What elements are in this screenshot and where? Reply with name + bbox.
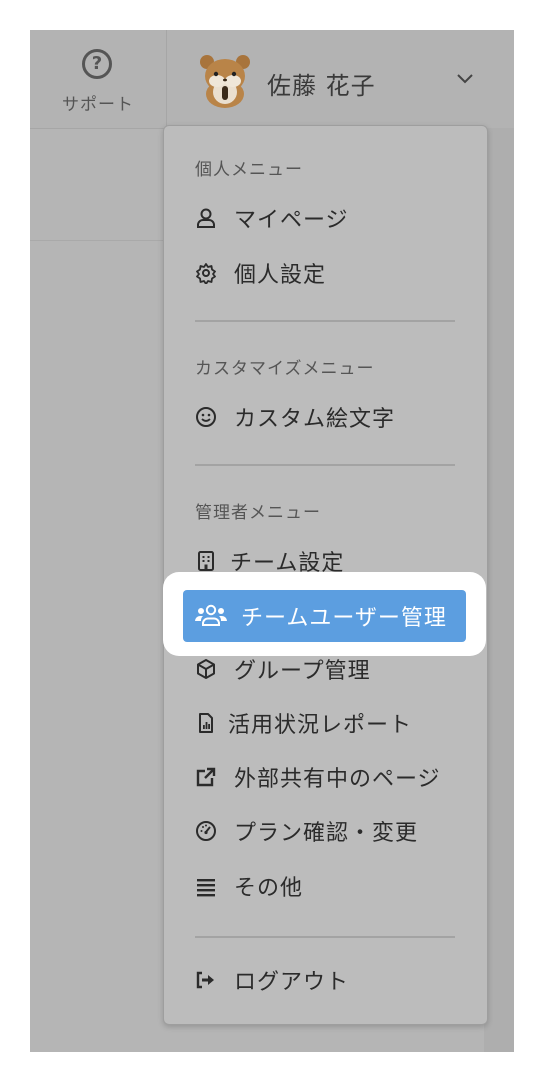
- menu-item-label: マイページ: [234, 208, 349, 233]
- support-label: サポート: [62, 95, 134, 115]
- user-menu-toggle[interactable]: 佐藤 花子: [167, 30, 514, 128]
- report-icon: [194, 711, 218, 735]
- scrollbar-track: [484, 128, 514, 1052]
- menu-item-label: グループ管理: [234, 659, 371, 684]
- users-icon: [195, 603, 227, 629]
- menu-item-label: プラン確認・変更: [234, 821, 419, 846]
- smile-icon: [194, 405, 218, 429]
- menu-item-team-user-management[interactable]: チームユーザー管理: [183, 590, 466, 642]
- menu-item-mypage[interactable]: マイページ: [194, 200, 349, 236]
- user-name: 佐藤 花子: [267, 72, 376, 100]
- menu-item-logout[interactable]: ログアウト: [194, 962, 349, 998]
- section-title-admin: 管理者メニュー: [195, 503, 321, 523]
- menu-item-label: 活用状況レポート: [228, 713, 413, 738]
- menu-lines-icon: [194, 874, 218, 898]
- menu-item-others[interactable]: その他: [194, 868, 303, 904]
- menu-item-custom-emoji[interactable]: カスタム絵文字: [194, 399, 395, 435]
- menu-divider: [195, 936, 455, 938]
- top-bar: ? サポート 佐藤 花子: [30, 30, 514, 129]
- menu-divider: [195, 320, 455, 322]
- menu-item-label: カスタム絵文字: [234, 407, 396, 432]
- menu-item-usage-report[interactable]: 活用状況レポート: [194, 705, 412, 741]
- menu-item-personal-settings[interactable]: 個人設定: [194, 255, 326, 291]
- support-button[interactable]: ? サポート: [30, 30, 167, 128]
- menu-item-label: チームユーザー管理: [241, 606, 447, 631]
- cube-icon: [194, 657, 218, 681]
- menu-item-label: ログアウト: [234, 970, 350, 995]
- menu-item-plan[interactable]: プラン確認・変更: [194, 813, 418, 849]
- avatar: [200, 55, 250, 108]
- section-title-customize: カスタマイズメニュー: [195, 359, 375, 379]
- gauge-icon: [194, 819, 218, 843]
- menu-item-external-shared-pages[interactable]: 外部共有中のページ: [194, 759, 441, 795]
- content-divider: [30, 240, 164, 241]
- menu-item-label: 外部共有中のページ: [234, 767, 441, 792]
- logout-icon: [194, 968, 218, 992]
- building-icon: [194, 549, 218, 573]
- user-icon: [194, 206, 218, 230]
- chevron-down-icon: [457, 74, 473, 84]
- menu-item-group-management[interactable]: グループ管理: [194, 651, 371, 687]
- menu-divider: [195, 464, 455, 466]
- section-title-personal: 個人メニュー: [195, 160, 303, 180]
- menu-item-label: 個人設定: [234, 263, 327, 288]
- gear-icon: [194, 261, 218, 285]
- question-circle-icon: ?: [82, 49, 112, 79]
- menu-item-label: その他: [234, 876, 304, 901]
- external-link-icon: [194, 765, 218, 789]
